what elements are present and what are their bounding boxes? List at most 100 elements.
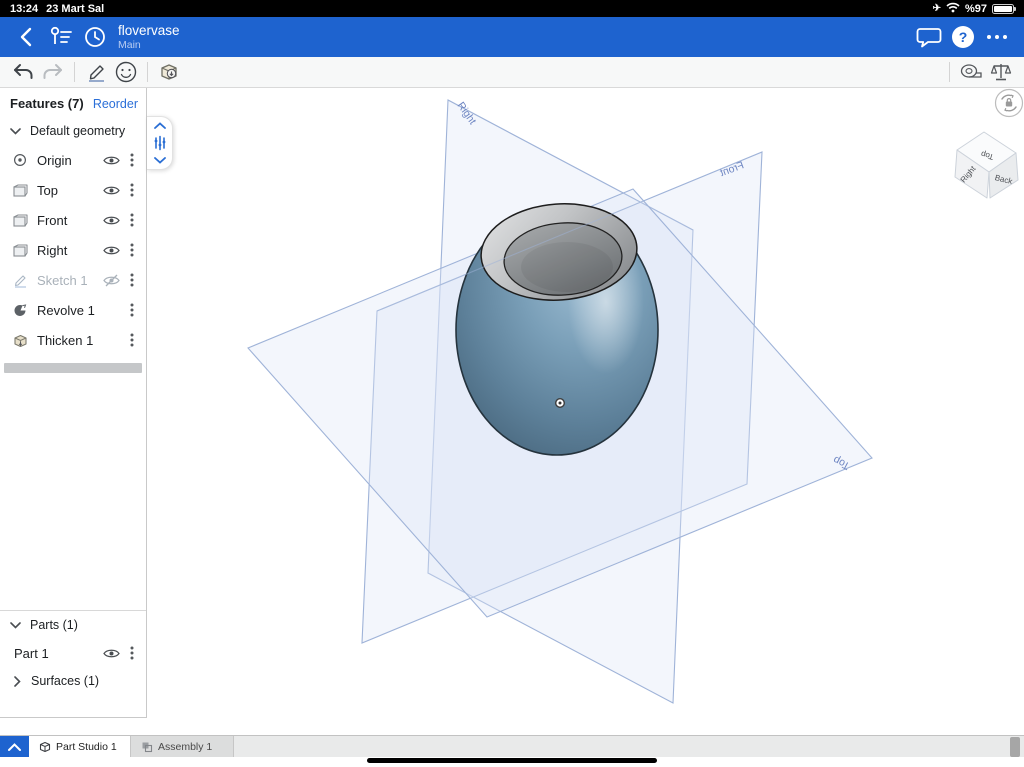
rollback-slider-icon[interactable] — [153, 135, 167, 151]
feature-row-sketch-1[interactable]: Sketch 1 — [0, 265, 146, 295]
surfaces-group[interactable]: Surfaces (1) — [0, 667, 146, 695]
visibility-eye-icon[interactable] — [98, 185, 124, 196]
chevron-up-icon[interactable] — [153, 122, 166, 129]
feature-label: Origin — [37, 152, 72, 168]
kebab-menu-icon[interactable] — [124, 273, 140, 287]
kebab-menu-icon[interactable] — [124, 303, 140, 317]
kebab-menu-icon[interactable] — [124, 153, 140, 167]
kebab-menu-icon[interactable] — [124, 213, 140, 227]
plane-icon — [11, 183, 29, 197]
back-button[interactable] — [10, 20, 44, 54]
assembly-icon — [142, 742, 153, 752]
document-tab-bar: Part Studio 1 Assembly 1 — [0, 735, 1024, 758]
parts-group[interactable]: Parts (1) — [0, 611, 146, 639]
origin-icon — [11, 153, 29, 167]
feature-row-origin[interactable]: Origin — [0, 145, 146, 175]
feature-row-front-plane[interactable]: Front — [0, 205, 146, 235]
origin-marker[interactable] — [555, 398, 566, 409]
document-title: flovervase — [118, 23, 180, 39]
model-viewport[interactable]: Right Front Top Top Right Back — [147, 88, 1024, 735]
history-button[interactable] — [78, 20, 112, 54]
tab-part-studio-1[interactable]: Part Studio 1 — [29, 736, 131, 757]
feature-label: Revolve 1 — [37, 302, 95, 318]
versions-button[interactable] — [44, 20, 78, 54]
chevron-down-icon[interactable] — [153, 157, 166, 164]
home-strip — [0, 757, 1024, 767]
features-panel-title: Features (7) — [10, 96, 84, 111]
wifi-icon — [946, 2, 960, 16]
clock-time: 13:24 — [10, 2, 39, 15]
measure-tool-button[interactable] — [956, 59, 986, 85]
kebab-menu-icon[interactable] — [124, 243, 140, 257]
insert-cube-icon — [161, 64, 177, 80]
parts-section: Parts (1) Part 1 Surfaces (1) — [0, 611, 146, 695]
ios-status-bar: 13:24 23 Mart Sal ✈ %97 — [0, 0, 1024, 17]
svg-text:?: ? — [959, 29, 968, 45]
tab-assembly-1[interactable]: Assembly 1 — [131, 736, 234, 757]
home-indicator[interactable] — [367, 758, 657, 763]
lock-icon — [1005, 101, 1013, 107]
rollback-flyout-control[interactable] — [147, 116, 173, 170]
feature-label: Front — [37, 212, 68, 228]
rollback-bar[interactable] — [4, 363, 142, 373]
redo-button[interactable] — [38, 59, 68, 85]
battery-percent: %97 — [964, 2, 987, 15]
comments-button[interactable] — [912, 20, 946, 54]
feature-row-revolve-1[interactable]: Revolve 1 — [0, 295, 146, 325]
tab-label: Part Studio 1 — [56, 740, 117, 753]
more-menu-button[interactable] — [980, 20, 1014, 54]
part-studio-icon — [39, 741, 51, 752]
visibility-eye-icon[interactable] — [98, 648, 124, 659]
kebab-menu-icon[interactable] — [124, 646, 140, 660]
part-label: Part 1 — [14, 645, 49, 661]
undo-button[interactable] — [8, 59, 38, 85]
battery-icon — [992, 3, 1016, 14]
feature-face-tool-button[interactable] — [111, 59, 141, 85]
app-header: flovervase Main ? — [0, 17, 1024, 57]
opening-shadow — [521, 242, 613, 292]
feature-label: Top — [37, 182, 58, 198]
surfaces-label: Surfaces (1) — [31, 674, 100, 688]
tab-drawer-expand-button[interactable] — [0, 736, 29, 758]
tab-label: Assembly 1 — [158, 740, 213, 753]
chevron-down-icon — [10, 621, 21, 629]
parts-title: Parts (1) — [30, 618, 78, 632]
features-panel: Features (7) Reorder Default geometry Or… — [0, 88, 147, 718]
insert-tool-button[interactable] — [154, 59, 184, 85]
pencil-icon — [89, 65, 104, 82]
visibility-eye-icon[interactable] — [98, 215, 124, 226]
kebab-menu-icon[interactable] — [124, 333, 140, 347]
face-icon — [115, 61, 137, 83]
feature-toolbar — [0, 57, 1024, 88]
reorder-button[interactable]: Reorder — [93, 97, 138, 111]
rotation-lock-button[interactable] — [994, 88, 1024, 118]
sketch-tool-button[interactable] — [81, 59, 111, 85]
chevron-up-icon — [8, 743, 21, 751]
help-icon: ? — [952, 26, 974, 48]
kebab-menu-icon[interactable] — [124, 183, 140, 197]
part-row[interactable]: Part 1 — [0, 639, 146, 667]
default-geometry-group[interactable]: Default geometry — [0, 117, 146, 145]
scale-balance-icon — [990, 64, 1012, 81]
feature-row-right-plane[interactable]: Right — [0, 235, 146, 265]
plane-icon — [11, 243, 29, 257]
status-date: 23 Mart Sal — [46, 2, 105, 15]
visibility-eye-slash-icon[interactable] — [98, 274, 124, 287]
feature-row-thicken-1[interactable]: Thicken 1 — [0, 325, 146, 355]
thicken-icon — [11, 333, 29, 348]
visibility-eye-icon[interactable] — [98, 155, 124, 166]
feature-label: Sketch 1 — [37, 272, 88, 288]
mass-properties-button[interactable] — [986, 59, 1016, 85]
tab-bar-scroll-thumb[interactable] — [1010, 737, 1020, 757]
view-cube[interactable]: Top Right Back — [954, 131, 1019, 199]
plane-icon — [11, 213, 29, 227]
ellipsis-icon — [987, 35, 1007, 39]
feature-row-top-plane[interactable]: Top — [0, 175, 146, 205]
help-button[interactable]: ? — [946, 20, 980, 54]
document-title-block[interactable]: flovervase Main — [118, 23, 180, 51]
feature-label: Right — [37, 242, 68, 258]
history-icon — [85, 27, 105, 47]
workspace-name: Main — [118, 38, 141, 51]
feature-label: Thicken 1 — [37, 332, 94, 348]
visibility-eye-icon[interactable] — [98, 245, 124, 256]
